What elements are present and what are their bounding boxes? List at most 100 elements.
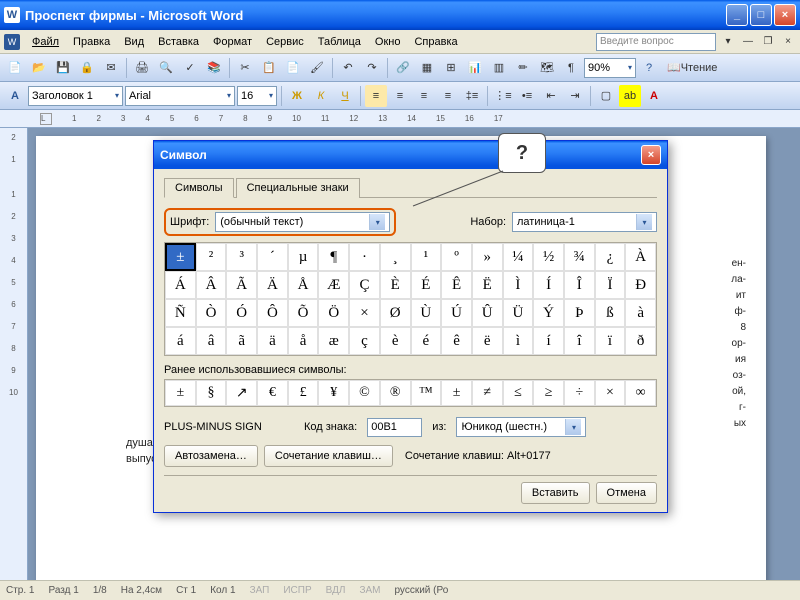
char-cell[interactable]: Ô bbox=[257, 299, 288, 327]
char-cell[interactable]: º bbox=[441, 243, 472, 271]
char-cell[interactable]: Ë bbox=[472, 271, 503, 299]
mdi-menu-dropdown[interactable]: ▾ bbox=[720, 35, 736, 49]
align-center-button[interactable]: ≡ bbox=[389, 85, 411, 107]
char-cell[interactable]: ¼ bbox=[503, 243, 534, 271]
bold-button[interactable]: Ж bbox=[286, 85, 308, 107]
status-trk[interactable]: ИСПР bbox=[283, 585, 311, 596]
char-cell[interactable]: î bbox=[564, 327, 595, 355]
underline-button[interactable]: Ч bbox=[334, 85, 356, 107]
justify-button[interactable]: ≡ bbox=[437, 85, 459, 107]
recent-cell[interactable]: ≤ bbox=[503, 380, 534, 406]
menu-tools[interactable]: Сервис bbox=[259, 33, 311, 51]
decrease-indent-button[interactable]: ⇤ bbox=[540, 85, 562, 107]
vertical-ruler[interactable]: 2112345678910 bbox=[0, 128, 28, 598]
open-button[interactable]: 📂 bbox=[28, 57, 50, 79]
recent-cell[interactable]: ± bbox=[441, 380, 472, 406]
char-cell[interactable]: å bbox=[288, 327, 319, 355]
char-cell[interactable]: à bbox=[625, 299, 656, 327]
paste-button[interactable]: 📄 bbox=[282, 57, 304, 79]
font-color-button[interactable]: A bbox=[643, 85, 665, 107]
char-cell[interactable]: ì bbox=[503, 327, 534, 355]
new-doc-button[interactable]: 📄 bbox=[4, 57, 26, 79]
char-cell[interactable]: ê bbox=[441, 327, 472, 355]
ruler-tab-well[interactable]: L bbox=[40, 113, 52, 125]
char-cell[interactable]: Â bbox=[196, 271, 227, 299]
styles-pane-button[interactable]: A bbox=[4, 85, 26, 107]
char-cell[interactable]: è bbox=[380, 327, 411, 355]
char-cell[interactable]: ï bbox=[595, 327, 626, 355]
char-cell[interactable]: ¶ bbox=[318, 243, 349, 271]
char-cell[interactable]: æ bbox=[318, 327, 349, 355]
char-cell[interactable]: Ö bbox=[318, 299, 349, 327]
char-cell[interactable]: Õ bbox=[288, 299, 319, 327]
recent-cell[interactable]: ® bbox=[380, 380, 411, 406]
char-cell[interactable]: ¹ bbox=[411, 243, 442, 271]
status-ext[interactable]: ВДЛ bbox=[326, 585, 346, 596]
autocorrect-button[interactable]: Автозамена… bbox=[164, 445, 258, 467]
recent-cell[interactable]: © bbox=[349, 380, 380, 406]
recent-cell[interactable]: ÷ bbox=[564, 380, 595, 406]
horizontal-ruler[interactable]: L 1234567891011121314151617 bbox=[0, 110, 800, 128]
recent-cell[interactable]: ¥ bbox=[318, 380, 349, 406]
spelling-button[interactable]: ✓ bbox=[179, 57, 201, 79]
char-cell[interactable]: Ü bbox=[503, 299, 534, 327]
recent-cell[interactable]: ↗ bbox=[226, 380, 257, 406]
recent-grid[interactable]: ±§↗€£¥©®™±≠≤≥÷×∞ bbox=[164, 379, 657, 407]
research-button[interactable]: 📚 bbox=[203, 57, 225, 79]
status-rec[interactable]: ЗАП bbox=[250, 585, 270, 596]
font-combo[interactable]: Arial▾ bbox=[125, 86, 235, 106]
menu-window[interactable]: Окно bbox=[368, 33, 408, 51]
menu-file[interactable]: Файл bbox=[25, 33, 66, 51]
font-combo[interactable]: (обычный текст)▾ bbox=[215, 212, 390, 232]
copy-button[interactable]: 📋 bbox=[258, 57, 280, 79]
char-cell[interactable]: · bbox=[349, 243, 380, 271]
insert-table-button[interactable]: ⊞ bbox=[440, 57, 462, 79]
char-cell[interactable]: × bbox=[349, 299, 380, 327]
char-cell[interactable]: Å bbox=[288, 271, 319, 299]
menu-insert[interactable]: Вставка bbox=[151, 33, 206, 51]
char-cell[interactable]: Ò bbox=[196, 299, 227, 327]
char-cell[interactable]: Ý bbox=[533, 299, 564, 327]
hyperlink-button[interactable]: 🔗 bbox=[392, 57, 414, 79]
char-cell[interactable]: ³ bbox=[226, 243, 257, 271]
align-left-button[interactable]: ≡ bbox=[365, 85, 387, 107]
recent-cell[interactable]: ± bbox=[165, 380, 196, 406]
character-grid[interactable]: ±²³´µ¶·¸¹º»¼½¾¿ÀÁÂÃÄÅÆÇÈÉÊËÌÍÎÏÐÑÒÓÔÕÖ×Ø… bbox=[164, 242, 657, 356]
highlight-button[interactable]: ab bbox=[619, 85, 641, 107]
insert-button[interactable]: Вставить bbox=[521, 482, 590, 504]
save-button[interactable]: 💾 bbox=[52, 57, 74, 79]
shortcut-key-button[interactable]: Сочетание клавиш… bbox=[264, 445, 393, 467]
char-cell[interactable]: Á bbox=[165, 271, 196, 299]
char-cell[interactable]: µ bbox=[288, 243, 319, 271]
increase-indent-button[interactable]: ⇥ bbox=[564, 85, 586, 107]
char-cell[interactable]: Ñ bbox=[165, 299, 196, 327]
char-cell[interactable]: é bbox=[411, 327, 442, 355]
char-cell[interactable]: Û bbox=[472, 299, 503, 327]
char-cell[interactable]: ¾ bbox=[564, 243, 595, 271]
menu-edit[interactable]: Правка bbox=[66, 33, 117, 51]
recent-cell[interactable]: ∞ bbox=[625, 380, 656, 406]
zoom-combo[interactable]: 90%▾ bbox=[584, 58, 636, 78]
menu-format[interactable]: Формат bbox=[206, 33, 259, 51]
columns-button[interactable]: ▥ bbox=[488, 57, 510, 79]
bullets-button[interactable]: •≡ bbox=[516, 85, 538, 107]
code-input[interactable]: 00B1 bbox=[367, 418, 422, 437]
cut-button[interactable]: ✂ bbox=[234, 57, 256, 79]
recent-cell[interactable]: £ bbox=[288, 380, 319, 406]
char-cell[interactable]: » bbox=[472, 243, 503, 271]
char-cell[interactable]: Í bbox=[533, 271, 564, 299]
preview-button[interactable]: 🔍 bbox=[155, 57, 177, 79]
permission-button[interactable]: 🔒 bbox=[76, 57, 98, 79]
char-cell[interactable]: Ð bbox=[625, 271, 656, 299]
help-button[interactable]: ? bbox=[638, 57, 660, 79]
recent-cell[interactable]: × bbox=[595, 380, 626, 406]
tables-borders-button[interactable]: ▦ bbox=[416, 57, 438, 79]
doc-map-button[interactable]: 🗺 bbox=[536, 57, 558, 79]
char-cell[interactable]: Ã bbox=[226, 271, 257, 299]
char-cell[interactable]: Ê bbox=[441, 271, 472, 299]
dialog-close-button[interactable]: × bbox=[641, 145, 661, 165]
redo-button[interactable]: ↷ bbox=[361, 57, 383, 79]
char-cell[interactable]: Ú bbox=[441, 299, 472, 327]
drawing-button[interactable]: ✏ bbox=[512, 57, 534, 79]
minimize-button[interactable]: _ bbox=[726, 4, 748, 26]
